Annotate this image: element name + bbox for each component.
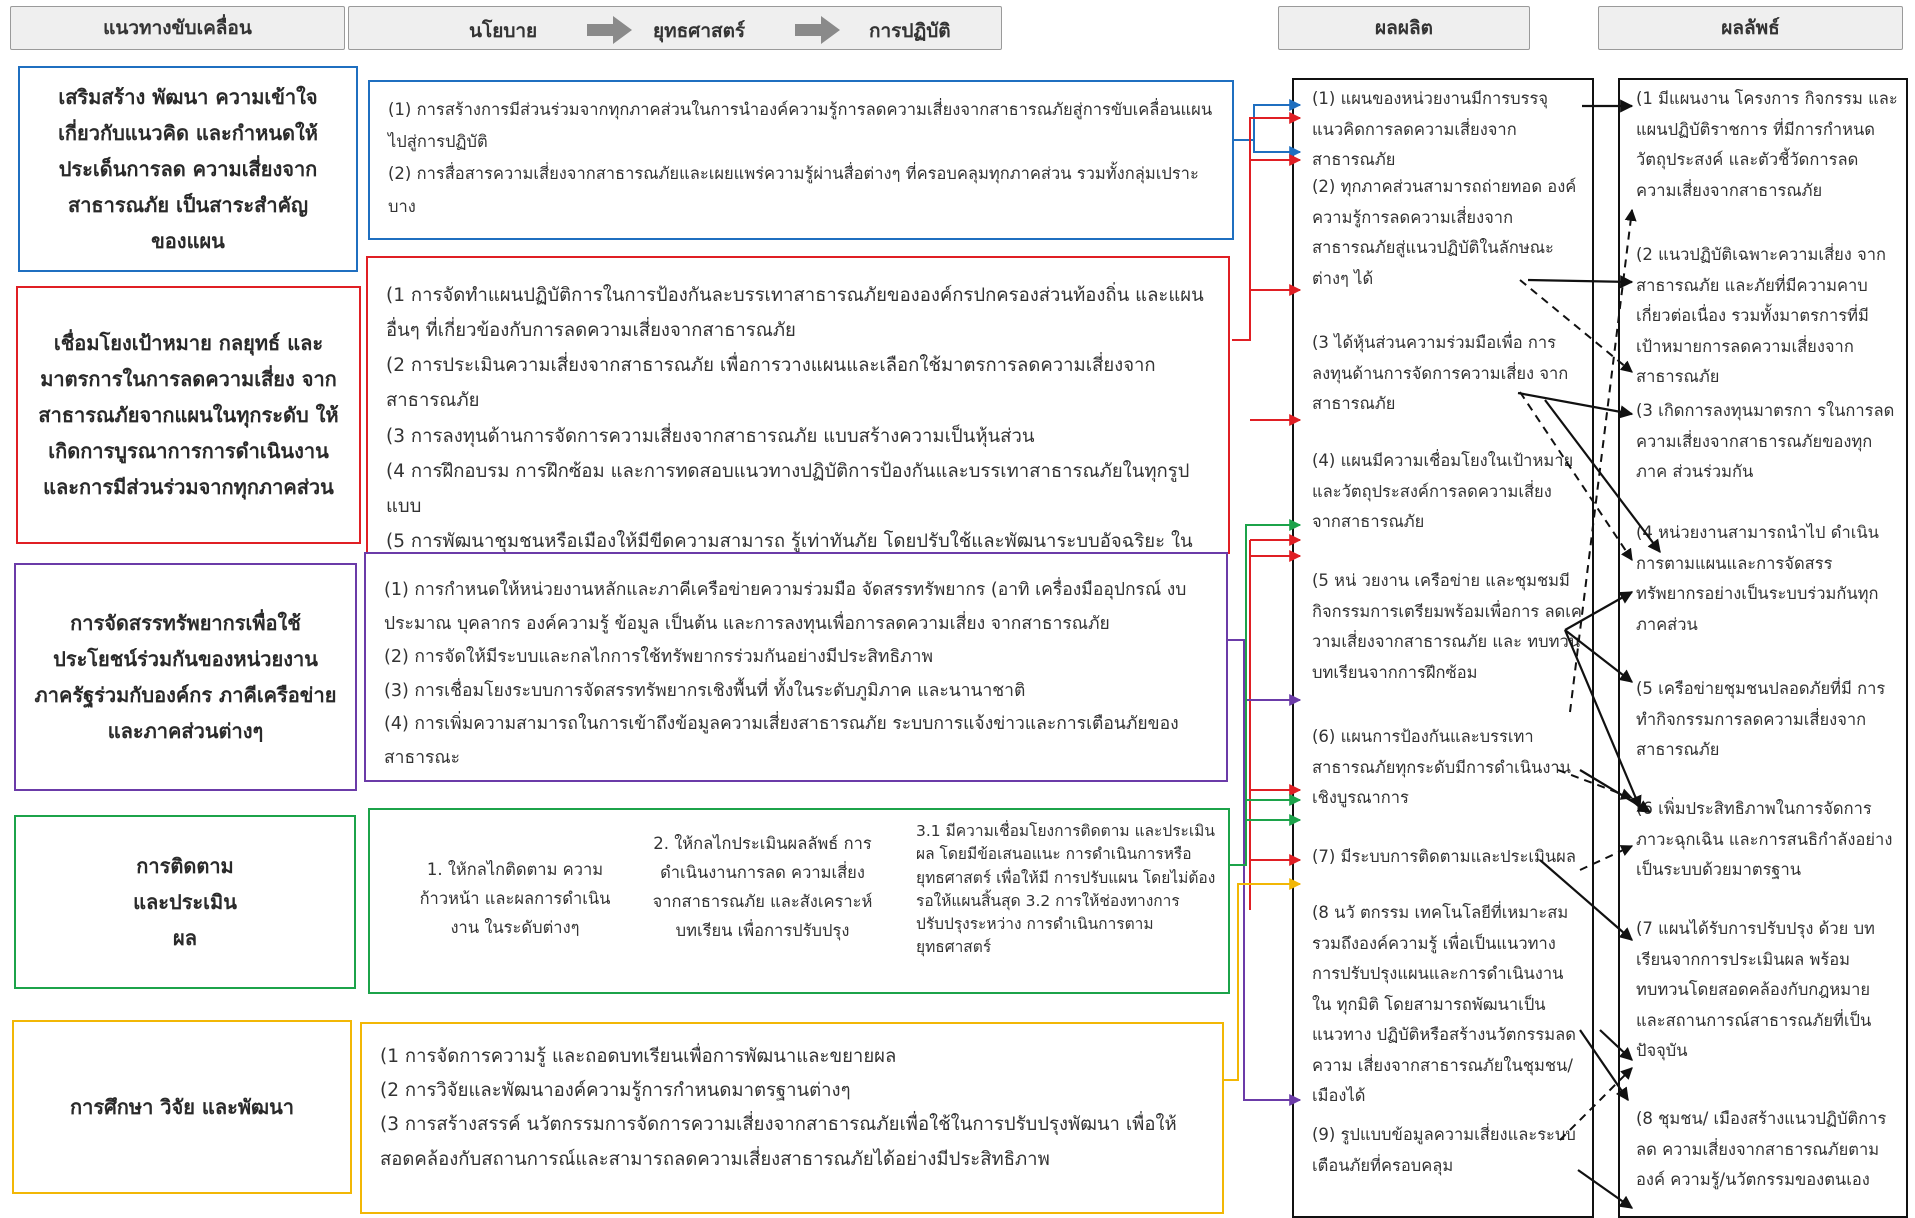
- outcome-item: (3 เกิดการลงทุนมาตรกา รในการลด ความเสี่ย…: [1636, 401, 1895, 482]
- output-item: (6) แผนการป้องกันและบรรเทา สาธารณภัยทุกร…: [1312, 727, 1571, 808]
- practice-item: (1 การจัดทำแผนปฏิบัติการในการป้องกันละบร…: [386, 285, 1204, 342]
- output-item: (8 นวั ตกรรม เทคโนโลยีที่เหมาะสม รวมถึงอ…: [1312, 903, 1576, 1106]
- driver-label: การติดตาม และประเมินผล: [133, 854, 237, 950]
- outcome-item: (4 หน่วยงานสามารถนำไป ดำเนินการตามแผนและ…: [1636, 523, 1879, 634]
- header-strategy-label: ยุทธศาสตร์: [653, 20, 746, 42]
- practice-box-blue: (1) การสร้างการมีส่วนร่วมจากทุกภาคส่วนใน…: [368, 80, 1234, 240]
- green-connectors: [1230, 519, 1302, 866]
- practice-item: (2 การวิจัยและพัฒนาองค์ความรู้การกำหนดมา…: [380, 1080, 851, 1102]
- outcome-item: (7 แผนได้รับการปรับปรุง ด้วย บทเรียนจากก…: [1636, 919, 1875, 1061]
- arrow-right-icon: [795, 16, 840, 44]
- practice-item: (2 การประเมินความเสี่ยงจากสาธารณภัย เพื่…: [386, 355, 1156, 412]
- practice-box-green: 1. ให้กลไกติดตาม ความก้าวหน้า และผลการดำ…: [368, 808, 1230, 994]
- practice-item: (3) การเชื่อมโยงระบบการจัดสรรทรัพยากรเชิ…: [384, 680, 1026, 701]
- arrow-right-icon: [587, 16, 632, 44]
- driver-label: การจัดสรรทรัพยากรเพื่อใช้ ประโยชน์ร่วมกั…: [34, 611, 337, 743]
- header-drivers: แนวทางขับเคลื่อน: [10, 6, 345, 50]
- header-outcomes-label: ผลลัพธ์: [1721, 17, 1780, 39]
- practice-item: 2. ให้กลไกประเมินผลลัพธ์ การดำเนินงานการ…: [652, 834, 873, 940]
- driver-label: เสริมสร้าง พัฒนา ความเข้าใจเกี่ยวกับแนวค…: [58, 85, 318, 253]
- practice-item: 1. ให้กลไกติดตาม ความก้าวหน้า และผลการดำ…: [419, 860, 611, 937]
- header-policy-label: นโยบาย: [469, 20, 538, 42]
- header-policy-strategy-practice: นโยบาย ยุทธศาสตร์ การปฏิบัติ: [348, 6, 1002, 50]
- practice-box-yellow: (1 การจัดการความรู้ และถอดบทเรียนเพื่อกา…: [360, 1022, 1224, 1214]
- outcome-item: (8 ชุมชน/ เมืองสร้างแนวปฏิบัติการลด ความ…: [1636, 1109, 1887, 1190]
- driver-box-integration: เชื่อมโยงเป้าหมาย กลยุทธ์ และมาตรการในกา…: [16, 286, 361, 544]
- output-item: (9) รูปแบบข้อมูลความเสี่ยงและระบบ เตือนภ…: [1312, 1125, 1576, 1175]
- practice-item: (1) การกำหนดให้หน่วยงานหลักและภาคีเครือข…: [384, 580, 1187, 634]
- output-item: (3 ได้หุ้นส่วนความร่วมมือเพื่อ การลงทุนด…: [1312, 333, 1569, 414]
- practice-item: (3 การลงทุนด้านการจัดการความเสี่ยงจากสาธ…: [386, 425, 1035, 447]
- practice-item: (2) การจัดให้มีระบบและกลไกการใช้ทรัพยากร…: [384, 647, 934, 668]
- header-outcomes: ผลลัพธ์: [1598, 6, 1903, 50]
- practice-box-red: (1 การจัดทำแผนปฏิบัติการในการป้องกันละบร…: [366, 256, 1230, 554]
- driver-label: การศึกษา วิจัย และพัฒนา: [70, 1095, 294, 1119]
- practice-item: (4 การฝึกอบรม การฝึกซ้อม และการทดสอบแนวท…: [386, 460, 1190, 517]
- outcome-item: (1 มีแผนงาน โครงการ กิจกรรม และแผนปฏิบัต…: [1636, 89, 1898, 200]
- blue-connectors: [1234, 99, 1302, 158]
- practice-item: (1) การสร้างการมีส่วนร่วมจากทุกภาคส่วนใน…: [388, 100, 1213, 152]
- output-item: (2) ทุกภาคส่วนสามารถถ่ายทอด องค์ความรู้ก…: [1312, 177, 1577, 288]
- practice-item: 3.1 มีความเชื่อมโยงการติดตาม และประเมินผ…: [916, 822, 1216, 957]
- header-outputs: ผลผลิต: [1278, 6, 1530, 50]
- practice-item: (1 การจัดการความรู้ และถอดบทเรียนเพื่อกา…: [380, 1046, 897, 1067]
- outcome-item: (6 เพิ่มประสิทธิภาพในการจัดการ ภาวะฉุกเฉ…: [1636, 799, 1893, 880]
- practice-item: (4) การเพิ่มความสามารถในการเข้าถึงข้อมูล…: [384, 714, 1179, 768]
- practice-item: (5 การพัฒนาชุมชนหรือเมืองให้มีขีดความสาม…: [386, 530, 1193, 552]
- yellow-connectors: [1224, 878, 1302, 1081]
- outcome-item: (2 แนวปฏิบัติเฉพาะความเสี่ยง จากสาธารณภั…: [1636, 245, 1887, 387]
- driver-box-resources: การจัดสรรทรัพยากรเพื่อใช้ ประโยชน์ร่วมกั…: [14, 563, 357, 791]
- practice-item: (2) การสื่อสารความเสี่ยงจากสาธารณภัยและเ…: [388, 164, 1199, 216]
- driver-label: เชื่อมโยงเป้าหมาย กลยุทธ์ และมาตรการในกา…: [38, 331, 339, 499]
- output-item: (4) แผนมีความเชื่อมโยงในเป้าหมาย และวัตถ…: [1312, 451, 1574, 532]
- driver-box-awareness: เสริมสร้าง พัฒนา ความเข้าใจเกี่ยวกับแนวค…: [18, 66, 358, 272]
- output-item: (5 หน่ วยงาน เครือข่าย และชุมชมมี กิจกรร…: [1312, 571, 1582, 682]
- driver-box-monitoring: การติดตาม และประเมินผล: [14, 815, 356, 989]
- red-connectors: [1232, 112, 1302, 910]
- driver-box-research: การศึกษา วิจัย และพัฒนา: [12, 1020, 352, 1194]
- header-practice-label: การปฏิบัติ: [869, 20, 951, 42]
- output-item: (1) แผนของหน่วยงานมีการบรรจุ แนวคิดการลด…: [1312, 89, 1548, 170]
- outcome-item: (5 เครือข่ายชุมชนปลอดภัยที่มี การทำกิจกร…: [1636, 679, 1886, 760]
- purple-connectors: [1228, 639, 1302, 1106]
- header-drivers-label: แนวทางขับเคลื่อน: [103, 17, 252, 39]
- output-item: (7) มีระบบการติดตามและประเมินผล: [1312, 847, 1576, 866]
- practice-item: (3 การสร้างสรรค์ นวัตกรรมการจัดการความเส…: [380, 1114, 1177, 1170]
- practice-box-purple: (1) การกำหนดให้หน่วยงานหลักและภาคีเครือข…: [364, 552, 1228, 782]
- header-outputs-label: ผลผลิต: [1375, 17, 1433, 39]
